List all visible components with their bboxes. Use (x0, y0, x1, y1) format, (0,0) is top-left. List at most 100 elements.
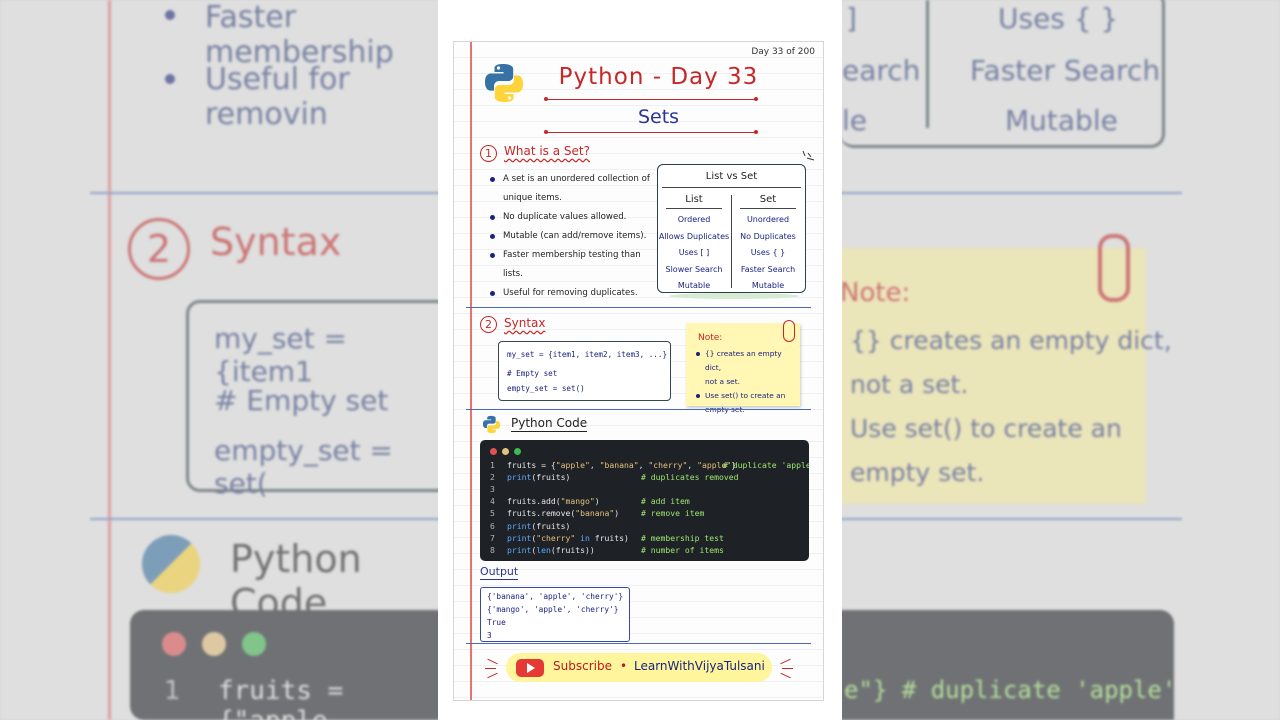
bg-text: not a set. (850, 370, 969, 399)
table-cell: Uses [ ] (678, 248, 710, 257)
youtube-icon (516, 659, 544, 677)
sparkle-icon (487, 658, 498, 665)
column-header: Set (759, 194, 777, 205)
code-line: print("cherry" in fruits) (507, 532, 629, 543)
sparkle-icon (780, 658, 791, 665)
line-number: 3 (490, 484, 495, 495)
channel-name: LearnWithVijyaTulsani (634, 659, 765, 673)
bg-text: empty set. (850, 458, 985, 487)
bg-text: Useful for removin (205, 62, 350, 132)
subscribe-banner[interactable]: Subscribe • LearnWithVijyaTulsani (506, 653, 772, 682)
section-number: 2 (480, 316, 497, 333)
section-number: 1 (480, 145, 497, 162)
code-line: print(fruits) (507, 520, 571, 531)
python-logo-icon (482, 415, 501, 434)
output-heading: Output (480, 565, 519, 580)
syntax-code-box: my_set = {item1, item2, item3, ...} # Em… (498, 341, 671, 401)
code-line: # Empty set (507, 369, 558, 378)
bg-text: Faster Search (970, 54, 1161, 87)
list-vs-set-table: List vs Set List Ordered Allows Duplicat… (657, 164, 806, 293)
table-cell: Uses { } (750, 248, 786, 257)
bg-text: Mutable (1005, 104, 1118, 137)
code-comment: # add item (641, 496, 690, 507)
bg-text: {} creates an empty dict, (850, 326, 1172, 355)
margin-line (470, 42, 472, 700)
bg-text: ] (846, 2, 857, 35)
table-cell: No Duplicates (740, 231, 796, 241)
table-cell: Ordered (677, 215, 711, 224)
line-number: 1 (490, 460, 495, 470)
bg-text: # Empty set (214, 384, 389, 417)
section-title: What is a Set? (504, 144, 590, 158)
short-video-frame: Day 33 of 200 Python - Day 33 Sets 1 Wha… (438, 0, 842, 720)
code-line: print(fruits) (507, 472, 571, 483)
code-line: fruits = {"apple", "banana", "cherry", "… (507, 460, 737, 470)
list-item: Mutable (can add/remove items). (488, 227, 656, 246)
python-logo-icon (485, 64, 523, 102)
table-cell: Mutable (677, 281, 711, 290)
code-editor: 1 fruits = {"apple", "banana", "cherry", … (480, 440, 809, 561)
code-comment: # number of items (641, 544, 724, 555)
bg-text: Note: (840, 278, 911, 308)
bg-text: Faster membership (205, 0, 394, 70)
bg-text: fruits = {"apple (218, 676, 344, 720)
bg-text: le (842, 104, 868, 137)
list-column: List Ordered Allows Duplicates Uses [ ] … (658, 192, 730, 295)
output-line: {'banana', 'apple', 'cherry'} (487, 592, 624, 601)
line-number: 6 (490, 520, 495, 531)
note-title: Note: (698, 333, 723, 343)
section-divider (466, 409, 811, 410)
line-number: 7 (490, 532, 495, 543)
code-line: fruits.add("mango") (507, 496, 600, 507)
section-divider (466, 643, 811, 644)
set-column: Set Unordered No Duplicates Uses { } Fas… (732, 192, 804, 295)
code-line: print(len(fruits)) (507, 544, 595, 555)
page-subtitle: Sets (637, 106, 680, 128)
output-box: {'banana', 'apple', 'cherry'} {'mango', … (480, 587, 630, 642)
section-title: Syntax (504, 316, 546, 330)
line-number: 5 (490, 508, 495, 519)
list-item: No duplicate values allowed. (488, 208, 656, 227)
subscribe-label: Subscribe (553, 659, 612, 673)
line-number: 8 (490, 544, 495, 555)
bg-text: e"} # duplicate 'apple' (844, 676, 1177, 704)
table-cell: Unordered (746, 215, 790, 224)
table-cell: Mutable (751, 281, 785, 290)
bg-text: Uses { } (998, 2, 1119, 35)
code-line: fruits.remove("banana") (507, 508, 620, 519)
title-underline (544, 97, 758, 101)
section-divider (466, 307, 811, 308)
paperclip-icon (783, 320, 795, 342)
bg-text: 2 (128, 218, 190, 280)
table-cell: Slower Search (665, 264, 723, 274)
note-item: Use set() to create anempty set. (694, 389, 798, 417)
table-title: List vs Set (705, 171, 758, 182)
output-line: 3 (487, 631, 492, 640)
maximize-dot-icon (514, 448, 521, 455)
code-comment: # duplicate 'apple' (723, 460, 809, 470)
output-line: True (487, 618, 506, 627)
bg-text: Syntax (210, 220, 342, 264)
column-header: List (685, 194, 703, 205)
list-item: A set is an unordered collection of uniqu… (488, 170, 656, 208)
code-comment: # membership test (641, 532, 724, 543)
page-title: Python - Day 33 (558, 64, 759, 90)
bg-text: 1 (164, 676, 181, 706)
table-cell: Faster Search (740, 264, 796, 274)
code-comment: # duplicates removed (641, 472, 739, 483)
line-number: 4 (490, 496, 495, 507)
list-item: Useful for removing duplicates. (488, 284, 656, 303)
note-item: {} creates an empty dict, not a set. (694, 347, 798, 389)
line-number: 2 (490, 472, 495, 483)
background-left-panel: Faster membership Useful for removin 2 S… (0, 0, 472, 720)
bg-text: Use set() to create an (850, 414, 1122, 443)
code-comment: # remove item (641, 508, 705, 519)
close-dot-icon (490, 448, 497, 455)
code-line: my_set = {item1, item2, item3, ...} (507, 350, 668, 359)
notebook-page: Day 33 of 200 Python - Day 33 Sets 1 Wha… (453, 41, 824, 701)
output-line: {'mango', 'apple', 'cherry'} (487, 605, 619, 614)
background-right-panel: ] Uses { } earch Faster Search le Mutabl… (840, 0, 1280, 720)
bg-text: earch (842, 54, 921, 87)
day-counter: Day 33 of 200 (751, 47, 815, 57)
list-item: Faster membership testing than lists. (488, 246, 656, 284)
